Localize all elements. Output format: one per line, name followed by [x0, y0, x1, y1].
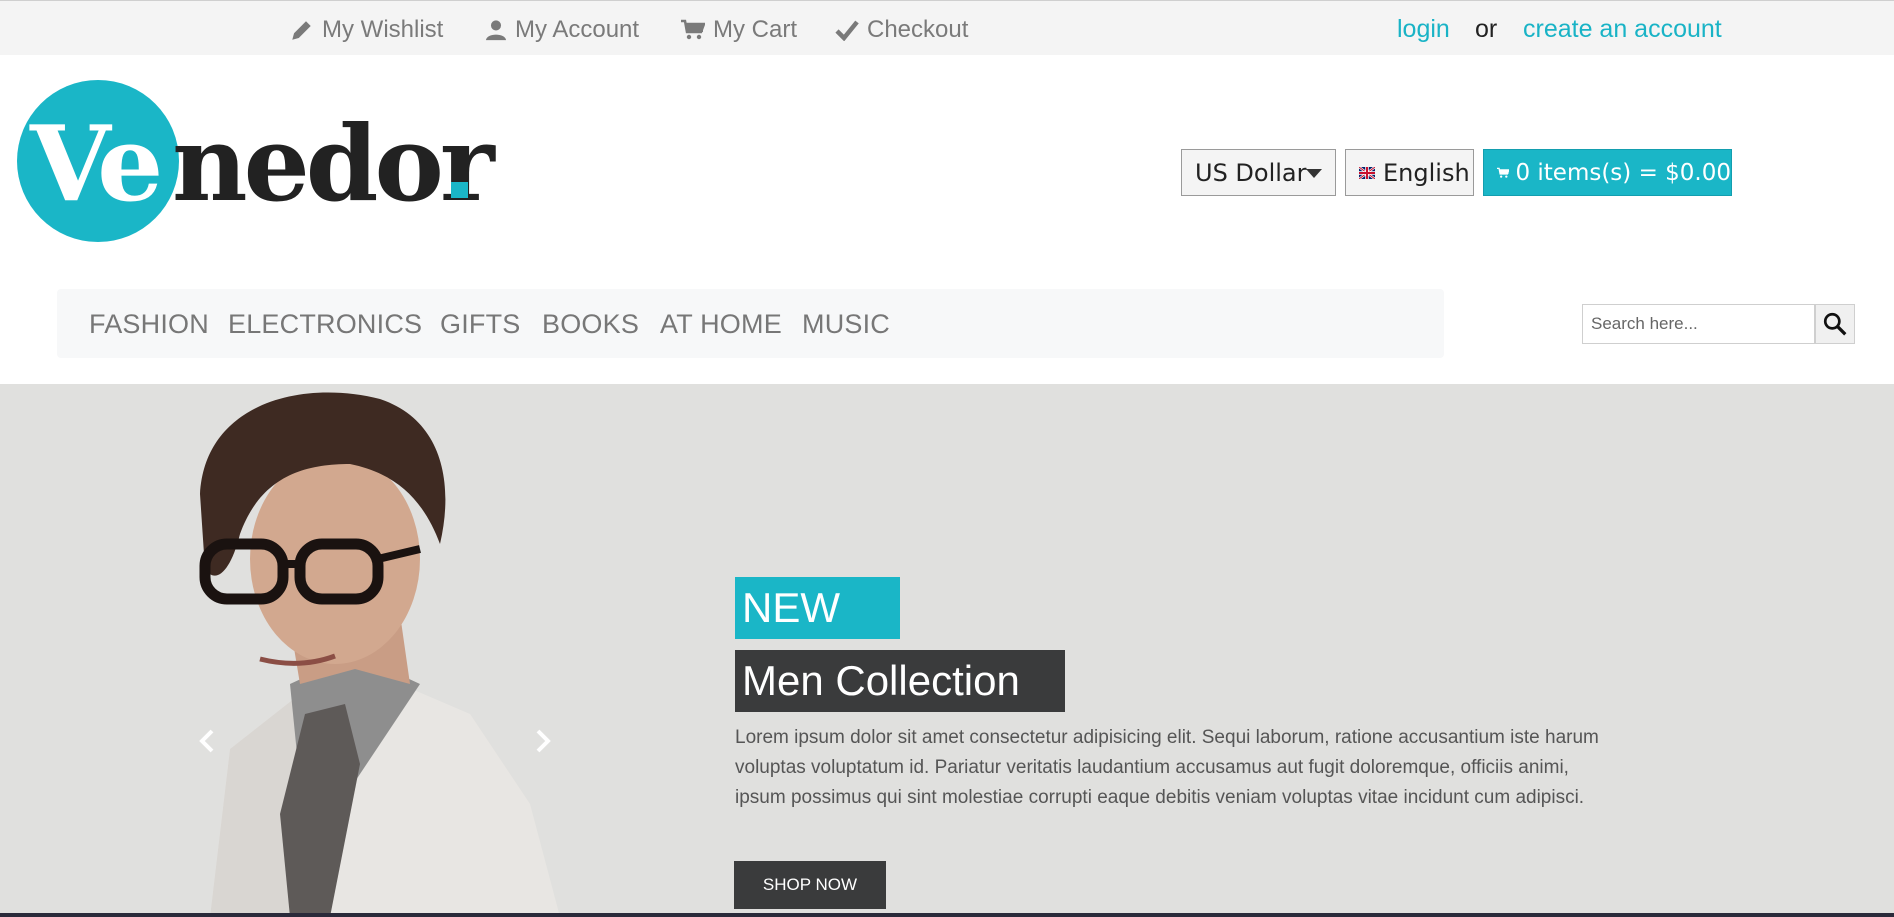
or-text: or [1475, 15, 1498, 43]
chevron-left-icon [199, 729, 214, 753]
account-link[interactable]: My Account [485, 15, 639, 45]
logo-text-part2: nedor [172, 102, 495, 225]
main-nav: FASHION ELECTRONICS GIFTS BOOKS AT HOME … [57, 289, 1444, 358]
nav-item-gifts[interactable]: GIFTS [440, 309, 521, 340]
user-icon [485, 20, 507, 41]
nav-item-at-home[interactable]: AT HOME [660, 309, 782, 340]
check-icon [835, 20, 859, 41]
search-button[interactable] [1815, 304, 1855, 344]
slider-prev-button[interactable] [192, 726, 222, 756]
language-select[interactable]: English [1345, 149, 1474, 196]
cart-summary-text: 0 items(s) = $0.00 [1515, 159, 1731, 186]
hero-title: Men Collection [735, 650, 1065, 712]
nav-item-music[interactable]: MUSIC [802, 309, 890, 340]
cart-icon [681, 19, 705, 40]
cart-icon [1497, 167, 1510, 178]
logo-dot [451, 182, 468, 198]
checkout-link[interactable]: Checkout [835, 15, 968, 45]
shop-now-button[interactable]: SHOP NOW [734, 861, 886, 909]
chevron-down-icon [1306, 169, 1322, 178]
login-link[interactable]: login [1397, 15, 1450, 44]
nav-item-fashion[interactable]: FASHION [89, 309, 209, 340]
currency-select[interactable]: US Dollar [1181, 149, 1336, 196]
wishlist-link[interactable]: My Wishlist [290, 15, 443, 45]
wishlist-label: My Wishlist [322, 16, 444, 43]
checkout-label: Checkout [867, 16, 969, 43]
logo-text-part1: Ve [30, 102, 163, 225]
search-icon [1823, 312, 1847, 336]
top-bar: My Wishlist My Account My Cart Checkout … [0, 0, 1894, 55]
hero-badge: NEW [735, 577, 900, 639]
nav-item-electronics[interactable]: ELECTRONICS [228, 309, 422, 340]
pencil-icon [292, 21, 311, 40]
create-account-link[interactable]: create an account [1523, 15, 1722, 44]
cart-summary-button[interactable]: 0 items(s) = $0.00 [1483, 149, 1732, 196]
slider-next-button[interactable] [528, 726, 558, 756]
slider-bottom-strip [0, 913, 1894, 917]
cart-link[interactable]: My Cart [681, 15, 797, 45]
account-label: My Account [515, 16, 640, 43]
search-input[interactable] [1582, 304, 1815, 344]
nav-item-books[interactable]: BOOKS [542, 309, 639, 340]
hero-description: Lorem ipsum dolor sit amet consectetur a… [735, 727, 1599, 808]
currency-value: US Dollar [1195, 158, 1307, 187]
chevron-right-icon [536, 729, 551, 753]
cart-label: My Cart [713, 16, 797, 43]
uk-flag-icon [1359, 166, 1375, 179]
language-value: English [1383, 158, 1470, 187]
